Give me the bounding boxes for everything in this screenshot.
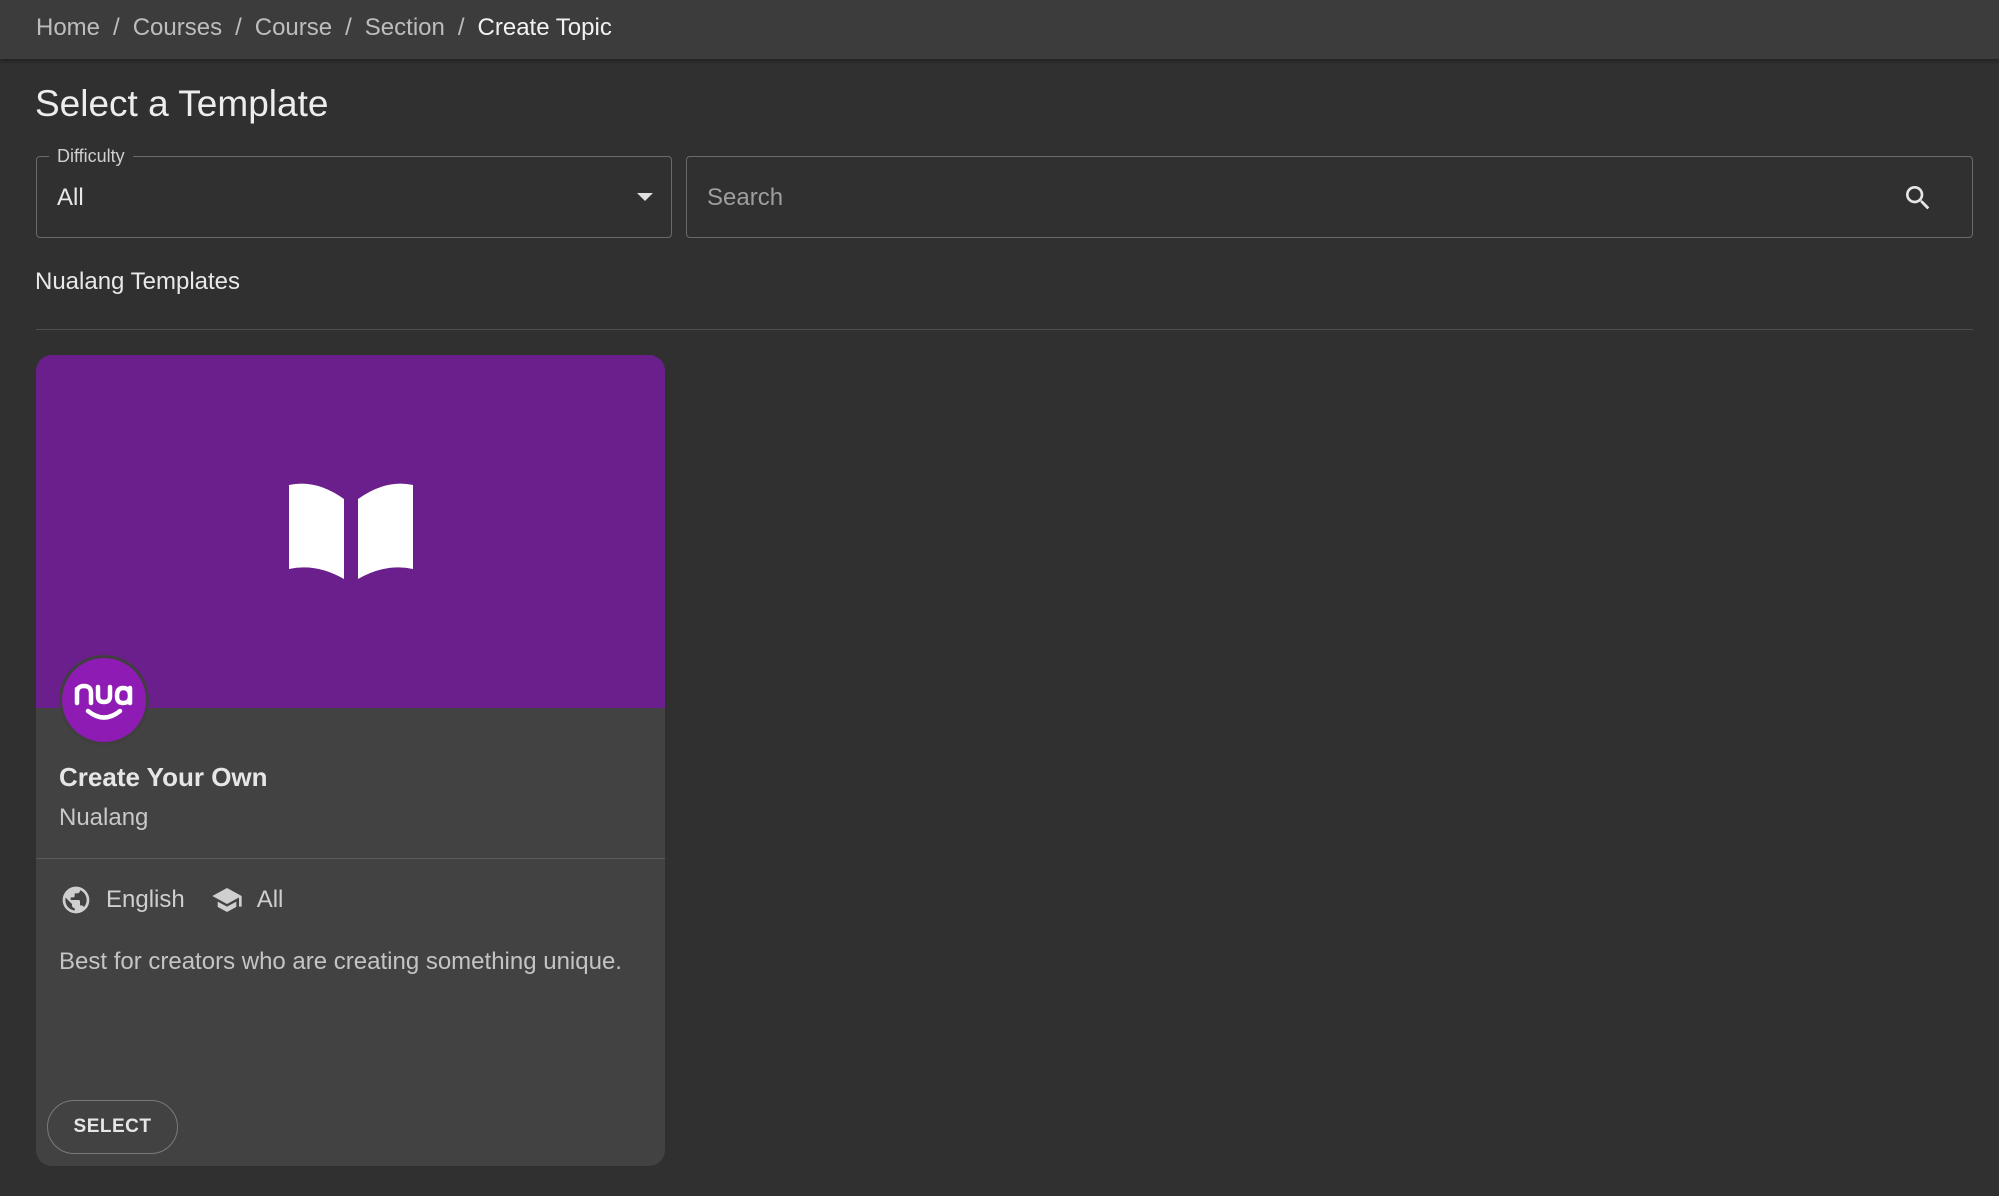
book-open-icon xyxy=(289,483,413,579)
breadcrumb-bar: Home / Courses / Course / Section / Crea… xyxy=(0,0,1999,59)
difficulty-value: All xyxy=(57,184,84,211)
breadcrumb-separator: / xyxy=(113,14,120,41)
graduation-cap-icon xyxy=(212,888,242,912)
breadcrumb-home[interactable]: Home xyxy=(36,14,100,42)
breadcrumb: Home / Courses / Course / Section / Crea… xyxy=(36,14,612,42)
globe-icon xyxy=(62,886,90,914)
difficulty-label-card: All xyxy=(256,886,284,913)
difficulty-label: Difficulty xyxy=(49,146,133,166)
breadcrumb-current: Create Topic xyxy=(477,14,612,41)
dropdown-arrow-icon xyxy=(637,193,653,201)
breadcrumb-course[interactable]: Course xyxy=(255,14,332,42)
difficulty-select[interactable]: Difficulty All xyxy=(36,146,672,238)
nualang-logo-icon xyxy=(74,683,133,720)
language-label: English xyxy=(106,886,185,913)
card-title: Create Your Own xyxy=(59,762,268,792)
breadcrumb-separator: / xyxy=(235,14,242,41)
breadcrumb-separator: / xyxy=(345,14,352,41)
card-meta: English All xyxy=(60,884,283,916)
select-button[interactable]: SELECT xyxy=(47,1100,178,1154)
card-description: Best for creators who are creating somet… xyxy=(59,948,622,975)
nualang-logo-avatar xyxy=(62,658,146,742)
search-field xyxy=(686,156,1973,238)
card-author: Nualang xyxy=(59,804,149,831)
section-divider xyxy=(36,329,1973,330)
card-divider xyxy=(36,858,665,859)
breadcrumb-courses[interactable]: Courses xyxy=(133,14,222,42)
page-title: Select a Template xyxy=(35,83,329,124)
card-banner xyxy=(36,355,665,708)
template-card: Create Your Own Nualang English All Best… xyxy=(36,355,665,1166)
search-icon[interactable] xyxy=(1902,182,1934,214)
breadcrumb-separator: / xyxy=(457,14,465,41)
search-input[interactable] xyxy=(705,177,1869,219)
section-heading: Nualang Templates xyxy=(35,268,241,295)
breadcrumb-section[interactable]: Section xyxy=(365,14,445,42)
